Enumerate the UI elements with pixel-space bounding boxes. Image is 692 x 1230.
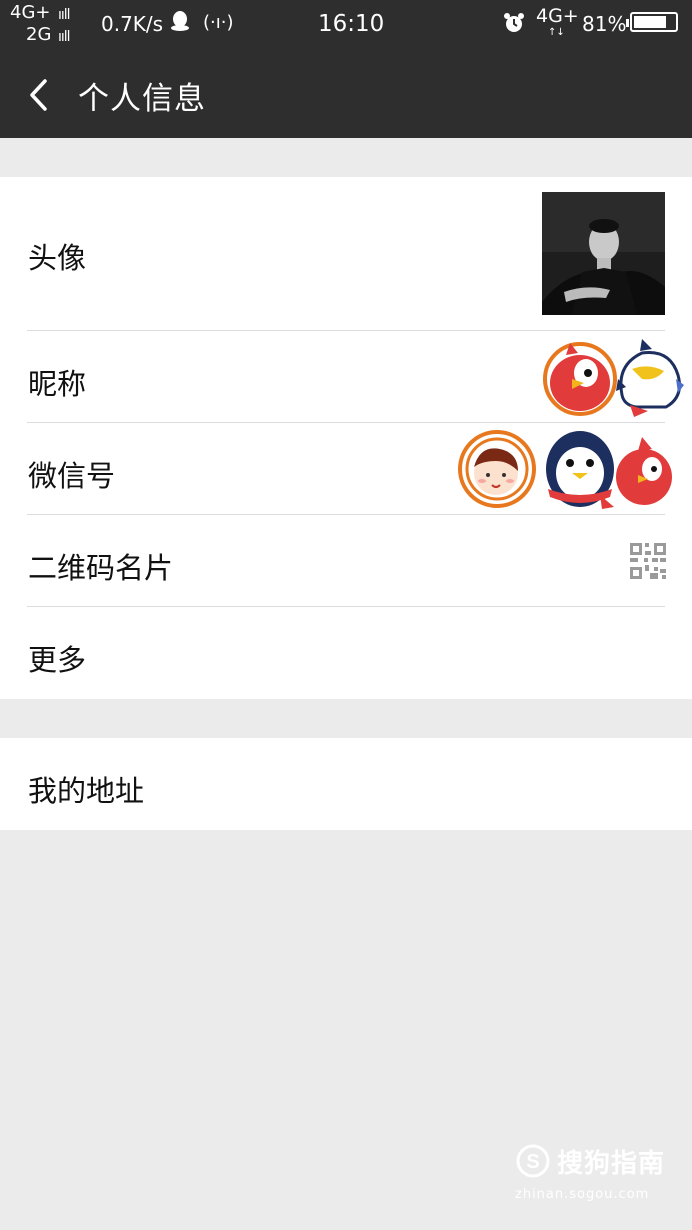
boy-face-sticker-icon xyxy=(458,430,536,508)
sogou-logo-icon: S xyxy=(516,1144,550,1178)
top-bar: 4G+ 2G ııll ııll 0.7K/s (·ı·) 16:10 4G+ … xyxy=(0,0,692,138)
row-label-nickname: 昵称 xyxy=(28,367,87,401)
bird-sticker-small-icon xyxy=(616,437,672,505)
address-group: 我的地址 xyxy=(0,738,692,830)
page-title: 个人信息 xyxy=(78,81,206,117)
watermark-brand: 搜狗指南 xyxy=(557,1149,666,1179)
battery-icon xyxy=(626,12,678,32)
row-label-more: 更多 xyxy=(28,643,87,677)
battery-percent: 81% xyxy=(582,12,627,36)
network-type-primary: 4G+ xyxy=(10,2,51,23)
data-activity-icon: ↑↓ xyxy=(548,27,565,38)
svg-text:S: S xyxy=(526,1151,539,1173)
bird-sticker-icon xyxy=(543,342,617,416)
row-label-my-address: 我的地址 xyxy=(28,774,145,808)
back-chevron-left-icon[interactable] xyxy=(20,75,60,115)
row-wechat-id[interactable]: 微信号 xyxy=(0,423,692,514)
clock-time: 16:10 xyxy=(318,11,385,37)
sogou-watermark: S 搜狗指南 zhinan.sogou.com xyxy=(515,1143,675,1213)
profile-group: 头像 昵称 微信号 二维码名片 更多 xyxy=(0,177,692,699)
status-bar: 4G+ 2G ııll ııll 0.7K/s (·ı·) 16:10 4G+ … xyxy=(0,0,692,50)
row-more[interactable]: 更多 xyxy=(0,607,692,699)
row-qr-card[interactable]: 二维码名片 xyxy=(0,515,692,606)
row-nickname[interactable]: 昵称 xyxy=(0,331,692,422)
row-label-qr-card: 二维码名片 xyxy=(28,551,174,585)
signal-bars-icon: ııll xyxy=(58,7,71,23)
signal-bars-secondary-icon: ııll xyxy=(58,29,71,45)
watermark-url: zhinan.sogou.com xyxy=(515,1187,650,1202)
network-speed: 0.7K/s xyxy=(101,12,164,36)
network-type-right: 4G+ xyxy=(536,5,579,27)
hotspot-icon: (·ı·) xyxy=(203,12,234,33)
alarm-icon xyxy=(504,13,524,32)
navigation-bar: 个人信息 xyxy=(0,55,692,135)
row-my-address[interactable]: 我的地址 xyxy=(0,738,692,830)
avatar[interactable] xyxy=(542,192,665,315)
row-avatar[interactable]: 头像 xyxy=(0,177,692,330)
penguin-sticker-icon xyxy=(616,339,684,417)
qq-icon xyxy=(171,11,189,31)
row-label-wechat-id: 微信号 xyxy=(28,459,116,493)
network-type-secondary: 2G xyxy=(26,24,52,45)
penguin-scarf-sticker-icon xyxy=(546,431,614,509)
row-label-avatar: 头像 xyxy=(28,241,87,275)
qr-code-icon xyxy=(630,543,666,579)
